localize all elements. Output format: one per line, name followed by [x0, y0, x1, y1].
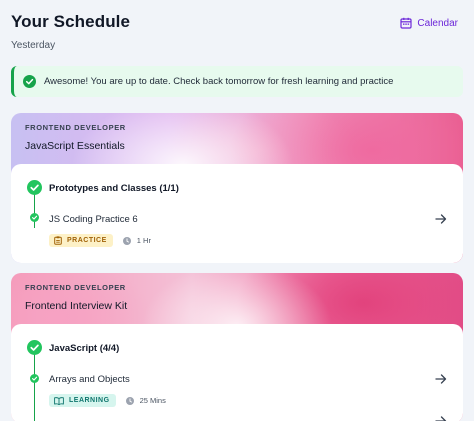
- section-title: Prototypes and Classes (1/1): [49, 183, 179, 194]
- check-circle-icon: [23, 75, 36, 88]
- book-icon: [54, 396, 64, 405]
- check-circle-icon: [27, 180, 42, 195]
- arrow-right-icon[interactable]: [435, 415, 447, 421]
- lesson-title[interactable]: Arrays and Objects: [49, 374, 130, 385]
- lesson-meta: PRACTICE 1 Hr: [49, 234, 151, 247]
- duration: 1 Hr: [122, 236, 151, 245]
- course-panel: JavaScript (4/4) Arrays and Objects LEAR…: [11, 324, 463, 421]
- learning-badge: LEARNING: [49, 394, 116, 407]
- duration: 25 Mins: [125, 396, 166, 405]
- course-title: Frontend Interview Kit: [25, 300, 128, 312]
- clock-icon: [125, 396, 134, 405]
- lesson-meta: LEARNING 25 Mins: [49, 394, 166, 407]
- arrow-right-icon[interactable]: [435, 373, 447, 385]
- course-card: FRONTEND DEVELOPER JavaScript Essentials…: [11, 113, 463, 263]
- progress-line: [34, 348, 35, 421]
- track-label: FRONTEND DEVELOPER: [25, 283, 126, 292]
- course-card: FRONTEND DEVELOPER Frontend Interview Ki…: [11, 273, 463, 421]
- calendar-button[interactable]: Calendar: [400, 17, 458, 29]
- course-panel: Prototypes and Classes (1/1) JS Coding P…: [11, 164, 463, 263]
- check-circle-icon: [27, 340, 42, 355]
- duration-label: 1 Hr: [136, 236, 151, 245]
- section-title: JavaScript (4/4): [49, 343, 120, 354]
- schedule-header: Your Schedule Yesterday Calendar: [11, 12, 462, 58]
- duration-label: 25 Mins: [139, 396, 166, 405]
- date-label: Yesterday: [11, 40, 56, 51]
- badge-label: PRACTICE: [67, 237, 107, 244]
- track-label: FRONTEND DEVELOPER: [25, 123, 126, 132]
- clock-icon: [122, 236, 131, 245]
- alert-message: Awesome! You are up to date. Check back …: [44, 76, 394, 87]
- up-to-date-alert: Awesome! You are up to date. Check back …: [11, 66, 463, 97]
- calendar-label: Calendar: [417, 17, 458, 29]
- page-title: Your Schedule: [11, 12, 131, 31]
- lesson-title[interactable]: JS Coding Practice 6: [49, 214, 138, 225]
- course-title: JavaScript Essentials: [25, 140, 125, 152]
- calendar-icon: [400, 17, 413, 29]
- clipboard-icon: [54, 236, 62, 245]
- practice-badge: PRACTICE: [49, 234, 113, 247]
- badge-label: LEARNING: [69, 397, 110, 404]
- check-circle-icon: [30, 213, 39, 222]
- arrow-right-icon[interactable]: [435, 213, 447, 225]
- check-circle-icon: [30, 374, 39, 383]
